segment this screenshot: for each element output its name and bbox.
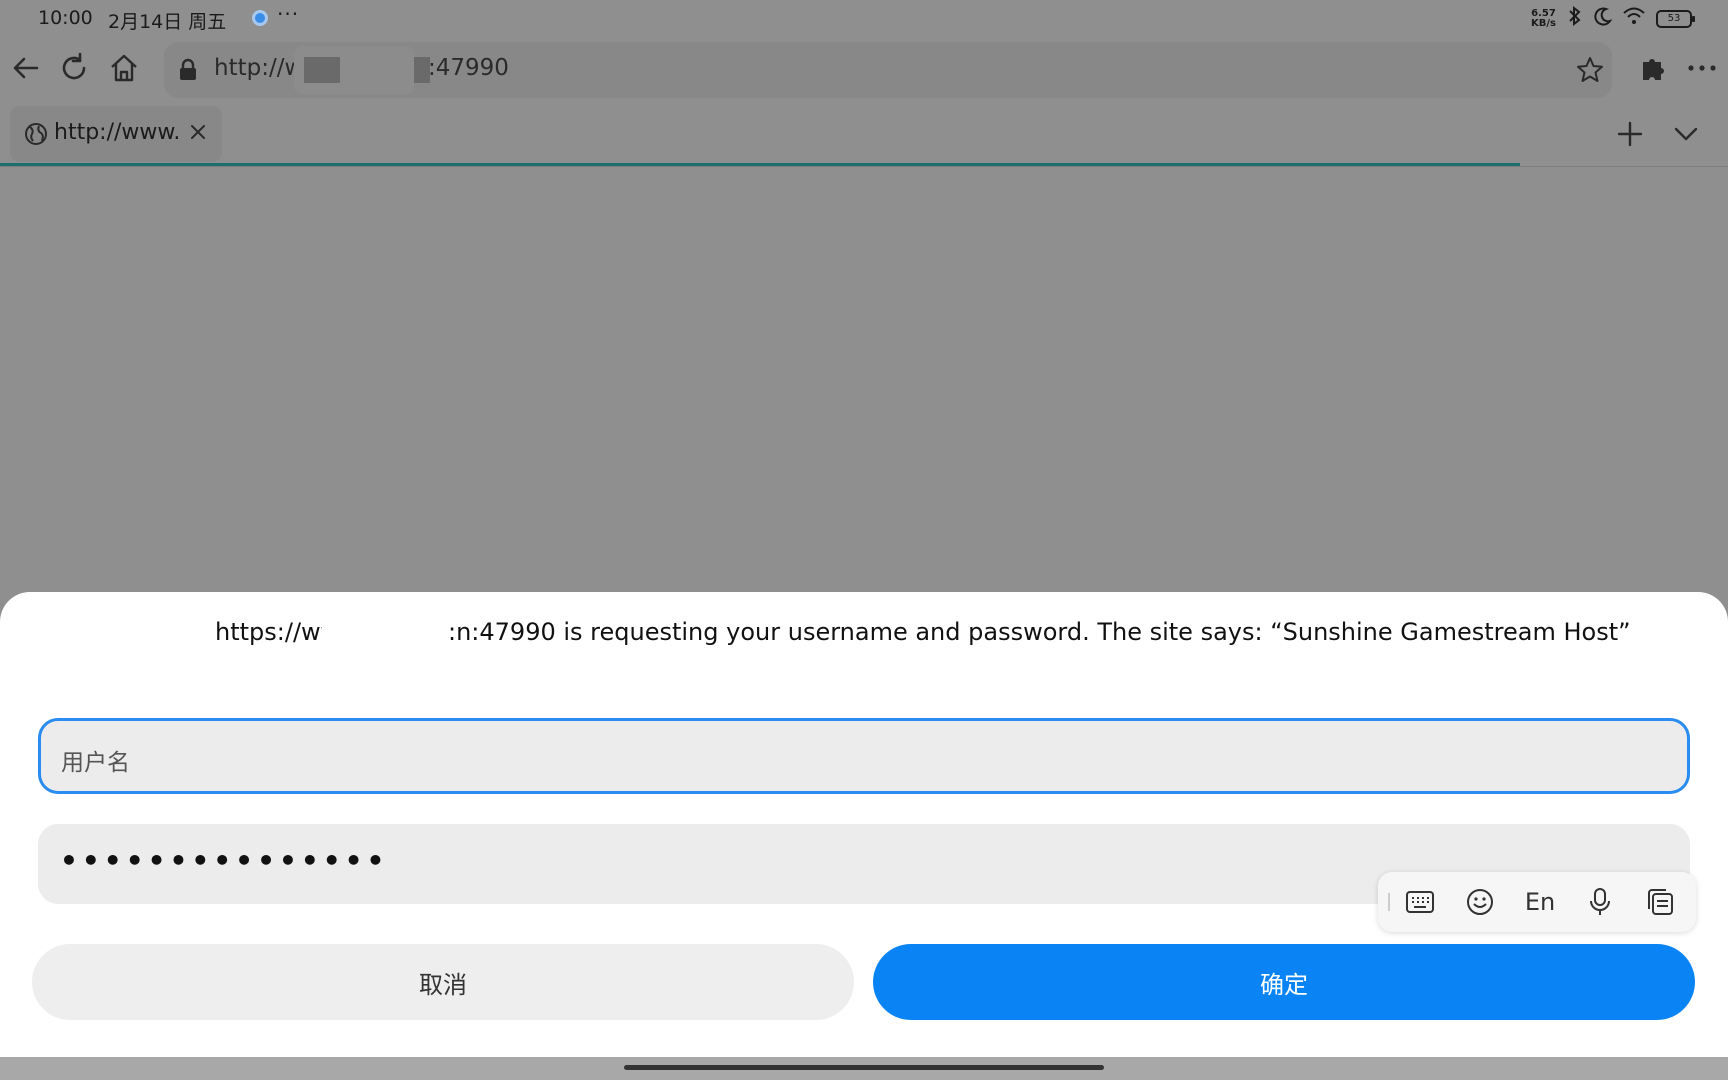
message-redaction <box>322 606 446 650</box>
url-text-start: http://w <box>214 55 304 81</box>
net-speed: 6.57 KB/s <box>1531 7 1556 29</box>
browser-toolbar: http://w :47990 <box>0 40 1728 100</box>
tab-active[interactable]: http://www. <box>10 106 222 162</box>
lock-icon <box>178 58 198 86</box>
confirm-button[interactable]: 确定 <box>873 944 1695 1020</box>
address-bar[interactable]: http://w :47990 <box>164 42 1612 98</box>
password-value: ••••••••••••••• <box>60 844 389 877</box>
username-placeholder: 用户名 <box>61 750 130 776</box>
globe-icon <box>24 122 48 150</box>
home-indicator[interactable] <box>624 1065 1104 1070</box>
clipboard-icon[interactable] <box>1630 872 1690 932</box>
net-speed-value: 6.57 <box>1531 7 1556 19</box>
do-not-disturb-moon-icon <box>1594 6 1613 31</box>
battery-icon: 53 <box>1656 9 1695 28</box>
more-menu-button[interactable] <box>1682 48 1722 88</box>
language-switch-button[interactable]: En <box>1510 872 1570 932</box>
tab-close-icon[interactable] <box>188 122 208 146</box>
status-bar: 10:00 2月14日 周五 ··· 6.57 KB/s 53 <box>0 0 1728 36</box>
tab-title: http://www. <box>54 120 178 145</box>
microphone-icon[interactable] <box>1570 872 1630 932</box>
status-time: 10:00 <box>38 7 93 29</box>
auth-message: :n:47990 is requesting your username and… <box>448 618 1631 646</box>
net-speed-unit: KB/s <box>1531 17 1556 29</box>
cancel-button[interactable]: 取消 <box>32 944 854 1020</box>
ime-toolbar: En <box>1378 872 1696 932</box>
status-icons: 6.57 KB/s 53 <box>1531 5 1695 31</box>
bluetooth-icon <box>1566 5 1584 31</box>
status-date: 2月14日 周五 <box>108 11 227 33</box>
keyboard-icon[interactable] <box>1390 872 1450 932</box>
notification-dot-icon <box>252 10 268 26</box>
url-text-end: :47990 <box>428 55 509 81</box>
wifi-icon <box>1622 6 1646 31</box>
auth-dialog: https://wv :n:47990 is requesting your u… <box>0 592 1728 1057</box>
back-button[interactable] <box>6 48 46 88</box>
username-input[interactable]: 用户名 <box>38 718 1690 794</box>
new-tab-button[interactable] <box>1610 114 1650 154</box>
extensions-button[interactable] <box>1634 48 1674 88</box>
status-more-icon: ··· <box>277 2 300 26</box>
url-redaction-block <box>304 57 340 83</box>
tab-strip: http://www. <box>0 104 1728 168</box>
home-button[interactable] <box>104 48 144 88</box>
toolbar-divider <box>0 166 1728 167</box>
tab-list-chevron-down-icon[interactable] <box>1666 114 1706 154</box>
auth-message-start: https://wv <box>215 618 335 646</box>
bookmark-star-button[interactable] <box>1572 52 1608 88</box>
emoji-icon[interactable] <box>1450 872 1510 932</box>
reload-button[interactable] <box>54 48 94 88</box>
